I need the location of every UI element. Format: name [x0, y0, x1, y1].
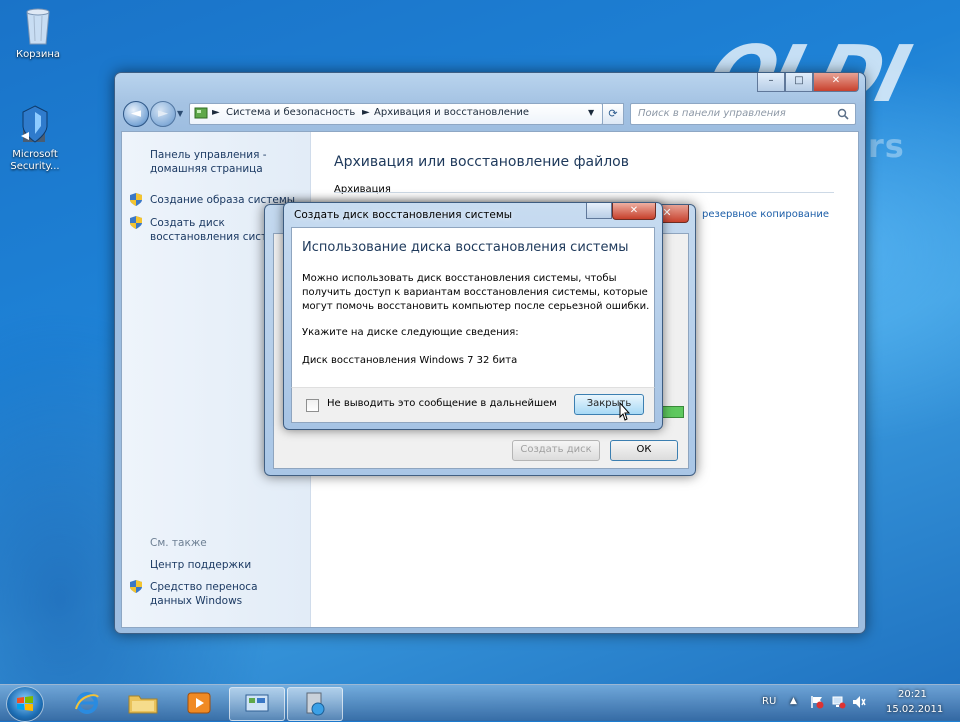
dialog-minimize-button[interactable]	[586, 203, 612, 219]
recovery-disk-info-dialog: Создать диск восстановления системы ✕ Ис…	[283, 202, 663, 430]
create-disk-button[interactable]: Создать диск	[512, 440, 600, 461]
breadcrumb-arrow-icon: ►	[362, 107, 370, 118]
action-center-flag-icon[interactable]	[810, 695, 824, 709]
dialog-heading: Использование диска восстановления систе…	[302, 240, 629, 255]
see-also-heading: См. также	[150, 537, 207, 549]
progress-bar	[660, 406, 684, 418]
recovery-disk-icon	[306, 692, 325, 716]
close-dialog-button[interactable]: Закрыть	[574, 394, 644, 415]
volume-icon[interactable]	[852, 695, 866, 709]
search-input[interactable]: Поиск в панели управления	[630, 103, 856, 125]
dont-show-again-label[interactable]: Не выводить это сообщение в дальнейшем	[327, 398, 557, 409]
uac-shield-icon	[130, 216, 142, 229]
mouse-cursor-icon	[619, 402, 631, 421]
address-bar[interactable]: ► Система и безопасность ► Архивация и в…	[189, 103, 603, 125]
window-controls: – □ ✕	[757, 73, 859, 92]
language-indicator[interactable]: RU	[762, 696, 776, 707]
dialog-description-line2: получить доступ к вариантам восстановлен…	[302, 287, 648, 298]
breadcrumb-item-security[interactable]: Система и безопасность	[226, 107, 355, 118]
taskbar-explorer[interactable]	[116, 687, 170, 719]
security-desktop-icon[interactable]: Microsoft Security...	[0, 104, 75, 173]
ok-button[interactable]: ОК	[610, 440, 678, 461]
sidebar-home-line2: домашняя страница	[150, 163, 263, 175]
forward-button[interactable]: ►	[150, 101, 176, 127]
breadcrumb-item-backup[interactable]: Архивация и восстановление	[374, 107, 529, 118]
taskbar-recovery-disk[interactable]	[287, 687, 343, 721]
recent-pages-icon[interactable]: ▼	[177, 109, 183, 118]
address-dropdown-icon[interactable]: ▼	[588, 108, 594, 117]
start-button[interactable]	[6, 686, 44, 722]
close-button[interactable]: ✕	[813, 73, 859, 92]
network-icon[interactable]	[832, 695, 846, 709]
show-hidden-icons[interactable]: ▲	[790, 696, 797, 706]
maximize-button[interactable]: □	[785, 73, 813, 92]
recycle-bin-label: Корзина	[15, 49, 61, 60]
dialog-title: Создать диск восстановления системы	[294, 209, 513, 221]
uac-shield-icon	[130, 193, 142, 206]
section-divider	[334, 192, 834, 193]
uac-shield-icon	[130, 580, 142, 593]
control-panel-icon	[245, 694, 269, 712]
refresh-button[interactable]: ⟳	[602, 103, 624, 125]
search-placeholder: Поиск в панели управления	[638, 108, 786, 119]
back-button[interactable]: ◄	[123, 101, 149, 127]
dialog-close-button[interactable]: ✕	[612, 203, 656, 220]
recycle-bin-desktop-icon[interactable]: Корзина	[0, 6, 78, 61]
taskbar-control-panel[interactable]	[229, 687, 285, 721]
section-heading-backup: Архивация	[334, 184, 391, 195]
taskbar: RU ▲ 20:21 15.02.2011	[0, 684, 960, 722]
security-label: Microsoft Security...	[10, 149, 60, 172]
security-shield-icon	[19, 104, 51, 146]
sidebar-home-line1: Панель управления -	[150, 149, 267, 161]
info-label: Укажите на диске следующие сведения:	[302, 327, 519, 338]
dialog-footer: Не выводить это сообщение в дальнейшем З…	[291, 387, 655, 423]
folder-icon	[128, 695, 158, 714]
taskbar-media-player[interactable]	[172, 687, 226, 719]
dialog-description-line1: Можно использовать диск восстановления с…	[302, 273, 617, 284]
dont-show-again-checkbox[interactable]	[306, 399, 319, 412]
windows-logo-icon	[17, 696, 33, 711]
minimize-button[interactable]: –	[757, 73, 785, 92]
page-title: Архивация или восстановление файлов	[334, 154, 629, 170]
dialog-body: Использование диска восстановления систе…	[291, 227, 655, 388]
sidebar-home-link[interactable]: Панель управления - домашняя страница	[150, 148, 267, 176]
dialog-description-line3: могут помочь восстановить компьютер посл…	[302, 301, 650, 312]
media-player-icon	[187, 692, 211, 714]
sidebar-item-easy-transfer[interactable]: Средство переноса данных Windows	[150, 580, 300, 608]
search-icon	[837, 108, 849, 120]
info-value: Диск восстановления Windows 7 32 бита	[302, 355, 518, 366]
setup-backup-link[interactable]: резервное копирование	[702, 209, 829, 220]
taskbar-internet-explorer[interactable]	[60, 687, 114, 719]
clock-time[interactable]: 20:21	[898, 689, 927, 700]
sidebar-item-action-center[interactable]: Центр поддержки	[150, 558, 251, 572]
internet-explorer-icon	[75, 692, 99, 714]
control-panel-icon	[194, 106, 208, 123]
breadcrumb-arrow-icon: ►	[212, 107, 220, 118]
clock-date[interactable]: 15.02.2011	[886, 704, 943, 715]
recycle-bin-icon	[23, 6, 53, 46]
